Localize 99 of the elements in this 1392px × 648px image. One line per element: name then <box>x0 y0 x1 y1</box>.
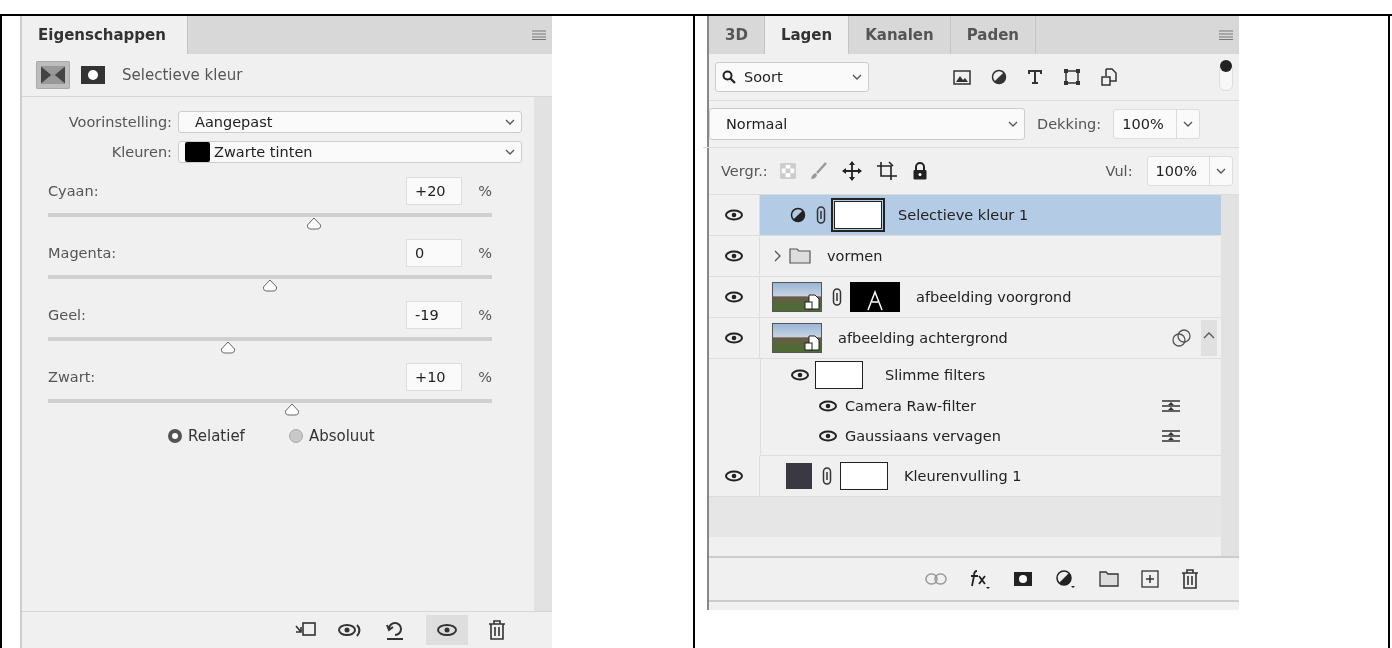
value-input[interactable]: +20 <box>406 177 462 205</box>
percent-unit: % <box>477 307 492 323</box>
eye-icon <box>437 623 457 637</box>
filter-toggle[interactable] <box>1219 63 1233 91</box>
preset-label: Voorinstelling: <box>67 114 173 130</box>
layer-name: afbeelding achtergrond <box>838 330 1009 346</box>
adjustment-filter-icon[interactable] <box>991 69 1007 85</box>
adjustment-layer-icon <box>790 207 806 223</box>
visibility-eye-icon[interactable] <box>725 332 743 344</box>
value-input[interactable]: -19 <box>406 301 462 329</box>
fill-label: Vul: <box>1105 163 1133 179</box>
slider-label: Magenta: <box>48 245 118 261</box>
photo-thumbnail[interactable] <box>772 323 822 353</box>
layer-mask-thumbnail[interactable] <box>840 462 888 490</box>
trash-icon[interactable] <box>1181 569 1199 589</box>
visibility-eye-icon[interactable] <box>725 209 743 221</box>
visibility-eye-icon[interactable] <box>819 400 837 412</box>
blend-mode-dropdown[interactable]: Normaal <box>709 108 1025 140</box>
chevron-down-icon <box>1216 168 1226 174</box>
adjustment-title: Selectieve kleur <box>122 66 243 84</box>
image-filter-icon[interactable] <box>953 69 971 85</box>
trash-icon[interactable] <box>488 620 506 640</box>
add-mask-icon[interactable] <box>1013 571 1033 587</box>
filter-name[interactable]: Gaussiaans vervagen <box>845 428 1153 444</box>
colors-dropdown[interactable]: Zwarte tinten <box>178 141 522 163</box>
toggle-visibility-button[interactable] <box>426 615 468 645</box>
layer-mask-thumbnail[interactable] <box>850 282 900 312</box>
chevron-down-icon <box>1008 121 1018 127</box>
fx-icon[interactable] <box>969 568 991 590</box>
link-icon <box>822 467 832 485</box>
search-icon <box>722 70 736 84</box>
smart-object-filter-icon[interactable] <box>1101 68 1117 86</box>
fill-color-thumbnail[interactable] <box>786 463 812 489</box>
smart-filters-label: Slimme filters <box>885 367 986 383</box>
chevron-down-icon <box>505 149 515 155</box>
shape-filter-icon[interactable] <box>1063 68 1081 86</box>
layer-row[interactable]: Selectieve kleur 1 <box>709 195 1221 236</box>
visibility-eye-icon[interactable] <box>725 470 743 482</box>
layer-row[interactable]: afbeelding voorgrond <box>709 277 1221 318</box>
link-icon <box>832 288 842 306</box>
lock-icon[interactable] <box>911 162 928 180</box>
folder-icon <box>789 248 811 264</box>
panel-tab[interactable]: Eigenschappen <box>22 16 188 54</box>
filter-name[interactable]: Camera Raw-filter <box>845 398 1153 414</box>
preset-dropdown[interactable]: Aangepast <box>178 111 522 133</box>
new-layer-icon[interactable] <box>1141 570 1159 588</box>
blending-options-icon[interactable] <box>1161 429 1181 443</box>
layer-mask-thumbnail[interactable] <box>834 201 882 229</box>
value-input[interactable]: +10 <box>406 363 462 391</box>
method-radio[interactable]: Absoluut <box>288 427 375 445</box>
type-filter-icon[interactable] <box>1027 69 1043 85</box>
chevron-down-icon <box>505 119 515 125</box>
percent-unit: % <box>477 245 492 261</box>
layer-name: Kleurenvulling 1 <box>904 468 1023 484</box>
slider-thumb[interactable] <box>219 341 236 354</box>
link-icon <box>816 206 826 224</box>
adjustment-view-button[interactable] <box>36 61 70 89</box>
slider-label: Cyaan: <box>48 183 100 199</box>
layer-row[interactable]: vormen <box>709 236 1221 277</box>
scrollbar[interactable] <box>1221 195 1239 556</box>
scrollbar[interactable] <box>534 97 552 611</box>
slider-thumb[interactable] <box>262 279 278 292</box>
lock-label: Vergr.: <box>721 163 768 179</box>
panel-tab[interactable]: Lagen <box>764 16 850 54</box>
slider-thumb[interactable] <box>284 403 301 416</box>
colors-label: Kleuren: <box>110 144 173 160</box>
chevron-icon[interactable] <box>774 250 781 262</box>
slider-label: Zwart: <box>48 369 97 385</box>
blending-options-icon[interactable] <box>1161 399 1181 413</box>
panel-menu-icon[interactable] <box>532 30 546 40</box>
layer-name: Selectieve kleur 1 <box>898 207 1030 223</box>
method-radio[interactable]: Relatief <box>168 427 245 445</box>
layer-name: vormen <box>827 248 884 264</box>
visibility-eye-icon[interactable] <box>791 369 809 381</box>
filter-kind-dropdown[interactable]: Soort <box>715 62 869 92</box>
adjustment-layer-icon[interactable] <box>1055 569 1077 589</box>
chevron-down-icon <box>1182 121 1193 127</box>
layer-name: afbeelding voorgrond <box>916 289 1073 305</box>
slider-label: Geel: <box>48 307 87 323</box>
percent-unit: % <box>477 369 492 385</box>
smart-filter-icon <box>1171 328 1193 348</box>
crop-icon[interactable] <box>875 161 898 181</box>
visibility-eye-icon[interactable] <box>725 250 743 262</box>
filter-mask-thumbnail[interactable] <box>815 361 863 389</box>
percent-unit: % <box>477 183 492 199</box>
slider-thumb[interactable] <box>306 217 323 230</box>
opacity-field[interactable]: 100% <box>1113 109 1200 139</box>
opacity-label: Dekking: <box>1037 116 1102 132</box>
reset-icon[interactable] <box>384 619 406 641</box>
visibility-eye-icon[interactable] <box>819 430 837 442</box>
chevron-down-icon <box>852 74 862 80</box>
panel-menu-icon[interactable] <box>1219 30 1233 40</box>
photo-thumbnail[interactable] <box>772 282 822 312</box>
visibility-eye-icon[interactable] <box>725 291 743 303</box>
layer-row[interactable]: afbeelding achtergrond <box>709 318 1221 359</box>
move-icon[interactable] <box>841 161 862 181</box>
fill-field[interactable]: 100% <box>1146 156 1233 186</box>
folder-icon[interactable] <box>1099 571 1119 587</box>
value-input[interactable]: 0 <box>406 239 462 267</box>
